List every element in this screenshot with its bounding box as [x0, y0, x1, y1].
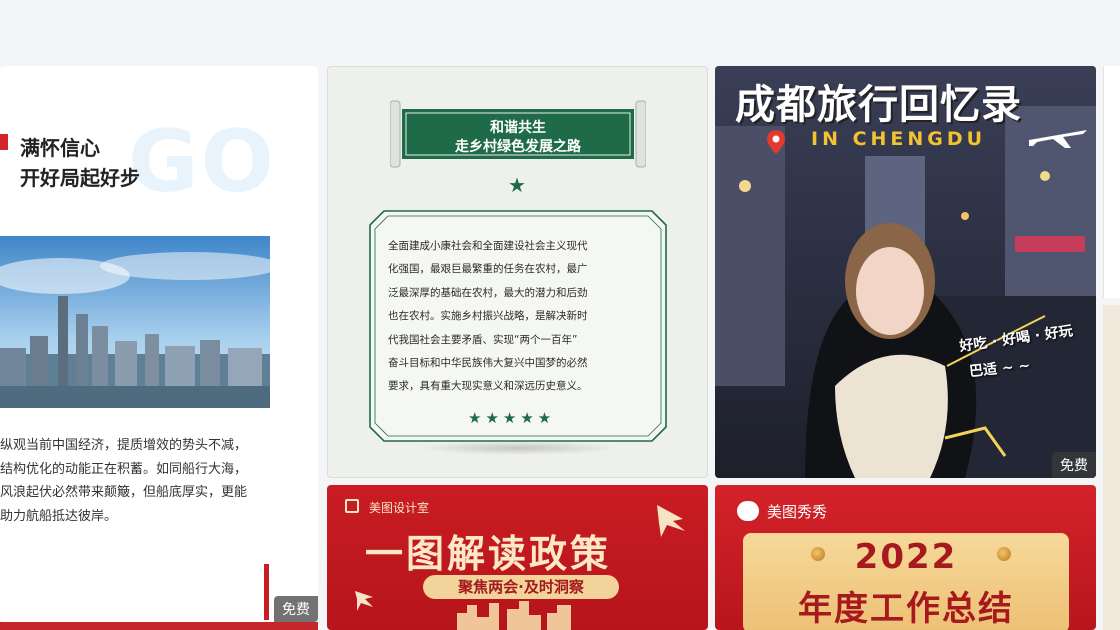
- scroll-title: 和谐共生: [490, 120, 546, 136]
- partial-card-right-bottom[interactable]: [1103, 305, 1120, 630]
- travel-subtitle: IN CHENGDU: [811, 128, 987, 150]
- template-card-chengdu-travel[interactable]: 成都旅行回忆录 IN CHENGDU 好吃 · 好喝 · 好玩 巴适 ~ ~ 免…: [715, 66, 1096, 478]
- template-card-confidence[interactable]: GO 满怀信心 开好局起好步 纵观当前中国经济，提质增效的势头不减， 结构优化的…: [0, 66, 318, 622]
- policy-headline: 一图解读政策: [365, 532, 612, 576]
- top-bar: [0, 0, 1120, 62]
- brand-name: 美图秀秀: [767, 503, 828, 521]
- template-card-work-summary[interactable]: 美图秀秀 2022 年度工作总结: [715, 485, 1096, 630]
- pin-icon: [767, 130, 785, 154]
- red-accent-bar: [264, 564, 269, 620]
- brand-logo-icon: [345, 499, 359, 513]
- card-heading-line2: 开好局起好步: [20, 166, 140, 190]
- red-marker: [0, 134, 8, 150]
- frame-shadow: [418, 441, 618, 455]
- free-badge: 免费: [274, 596, 318, 622]
- template-card-rural-green[interactable]: 和谐共生 走乡村绿色发展之路 ★ 全面建成小康社会和全面建设社会主义现代 化强国…: [327, 66, 708, 478]
- city-skyline-image: [0, 236, 270, 408]
- template-card-policy[interactable]: 美图设计室 一图解读政策 聚焦两会·及时洞察: [327, 485, 708, 630]
- brand-logo-icon: [737, 501, 759, 521]
- travel-title: 成都旅行回忆录: [735, 82, 1022, 128]
- rating-stars-icon: ★★★★★: [468, 409, 556, 427]
- next-card-peek[interactable]: [0, 622, 318, 630]
- brand-name: 美图设计室: [369, 501, 430, 515]
- partial-card-right-top[interactable]: [1103, 66, 1120, 298]
- summary-year: 2022: [854, 537, 958, 577]
- card-paragraph: 纵观当前中国经济，提质增效的势头不减， 结构优化的动能正在积蓄。如同船行大海， …: [0, 438, 248, 524]
- star-icon: ★: [508, 173, 526, 197]
- summary-title: 年度工作总结: [798, 589, 1014, 629]
- plane-icon: [1029, 130, 1087, 148]
- scroll-subtitle: 走乡村绿色发展之路: [455, 139, 581, 155]
- free-badge: 免费: [1052, 452, 1096, 478]
- content-text: 全面建成小康社会和全面建设社会主义现代 化强国，最艰巨最繁重的任务在农村，最广 …: [388, 240, 588, 393]
- policy-pill: 聚焦两会·及时洞察: [423, 575, 619, 599]
- card-heading-line1: 满怀信心: [20, 136, 100, 160]
- background-word: GO: [128, 112, 276, 212]
